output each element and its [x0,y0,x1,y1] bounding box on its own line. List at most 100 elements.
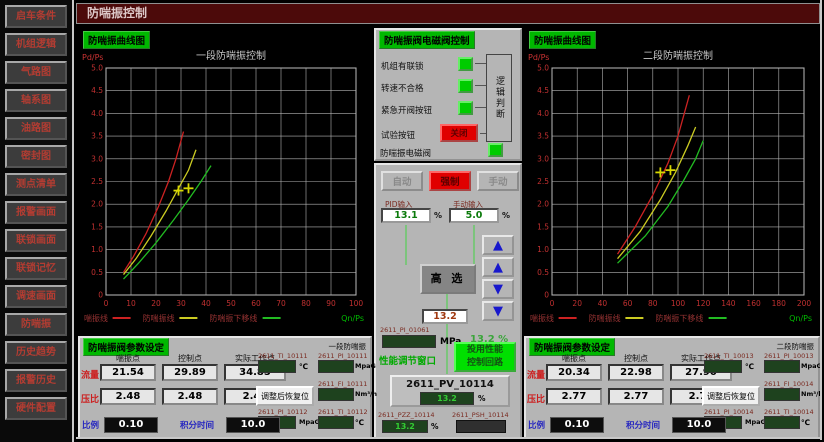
force-mode-button[interactable]: 强制 [429,171,471,191]
sidebar-item[interactable]: 历史趋势 [5,341,67,364]
flow-surge-value: 21.54 [100,364,156,381]
svg-text:0.5: 0.5 [537,268,549,277]
svg-text:3.0: 3.0 [537,154,549,163]
svg-text:喘振线: 喘振线 [84,313,108,323]
tag-label: 2611_PI_10014 [704,408,754,416]
sidebar-item[interactable]: 联锁画面 [5,229,67,252]
enable-performance-control-button[interactable]: 投用性能控制回路 [454,342,516,372]
pid-input-field[interactable]: 13.1 [381,208,431,223]
svg-text:防喘振下移线: 防喘振下移线 [655,313,703,323]
tag-unit: MpaG [299,418,320,426]
tag-value [318,388,354,401]
tag-value [704,360,742,373]
output-value-field: 13.2 [422,309,468,324]
solenoid-valve-label: 防喘振电磁阀 [380,147,431,159]
adjust-reset-button[interactable]: 调整后恢复位 [702,386,760,406]
sidebar-item[interactable]: 密封图 [5,145,67,168]
svg-text:180: 180 [772,299,787,308]
svg-text:一段防喘振控制: 一段防喘振控制 [196,49,266,62]
increase-fast-button[interactable]: ▲ [482,235,514,255]
ti-value: 10.0 [226,417,280,433]
pid-input-unit: % [434,211,442,220]
right-curve-region: 防喘振曲线图 二段防喘振控制Pd/Ps020406080100120140160… [524,30,820,334]
page-title: 防喘振控制 [76,3,820,24]
increase-button[interactable]: ▲ [482,257,514,277]
ratio-surge-value: 2.77 [546,388,602,405]
down-arrow-icon: ▼ [493,304,503,319]
svg-text:20: 20 [151,299,161,308]
signal-line [446,294,448,309]
svg-text:防喘振下移线: 防喘振下移线 [209,313,257,323]
adjust-reset-button[interactable]: 调整后恢复位 [256,386,314,406]
manual-mode-button[interactable]: 手动 [477,171,519,191]
tag-label: 2611_FI_10014 [764,380,813,388]
pi-tag-label: 2611_PI_01061 [380,326,430,334]
perf-button-line1: 投用性能 [467,345,503,355]
sidebar-item[interactable]: 启车条件 [5,5,67,28]
tag-unit: ℃ [801,418,810,427]
up-arrow-icon: ▲ [493,238,503,253]
sidebar-item[interactable]: 机组逻辑 [5,33,67,56]
tag-label: 2611_TI_10013 [704,352,754,360]
solenoid-valve-indicator [488,143,503,157]
sidebar-item[interactable]: 报警历史 [5,369,67,392]
svg-text:Qn/Ps: Qn/Ps [789,314,812,323]
pv-tag-value: 13.2 [420,392,474,405]
sidebar-item[interactable]: 轴系图 [5,89,67,112]
sidebar-item[interactable]: 测点清单 [5,173,67,196]
manual-input-field[interactable]: 5.0 [449,208,499,223]
svg-text:5.0: 5.0 [537,64,549,73]
test-button-label: 试验按钮 [381,129,415,141]
speed-label: 转速不合格 [381,82,424,94]
sidebar-item-anti-surge[interactable]: 防喘振 [5,313,67,336]
ti-value: 10.0 [672,417,726,433]
tag-unit: MpaG [801,362,822,370]
svg-text:100: 100 [671,299,686,308]
sidebar-item[interactable]: 硬件配置 [5,397,67,420]
down-arrow-icon: ▼ [493,282,503,297]
interlock-indicator [458,57,473,71]
pv-tag-label: 2611_PV_10114 [392,379,508,390]
tag-value [318,360,354,373]
svg-text:140: 140 [721,299,736,308]
tag-unit: Nm³/h [355,390,377,398]
kp-value: 0.10 [104,417,158,433]
svg-text:防喘振线: 防喘振线 [143,313,175,323]
tag-label: 2611_TI_10112 [318,408,368,416]
svg-text:2.0: 2.0 [537,200,549,209]
decrease-button[interactable]: ▼ [482,279,514,299]
tag-unit: ℃ [299,362,308,371]
tag-unit: ℃ [355,418,364,427]
test-button[interactable]: 关闭 [440,124,478,142]
sidebar-item[interactable]: 联锁记忆 [5,257,67,280]
stage2-params-panel: 防喘振阀参数设定 二段防喘振 喘振点 控制点 实际工作点 流量 20.34 22… [524,336,820,439]
sidebar-item[interactable]: 油路图 [5,117,67,140]
svg-text:0: 0 [104,299,109,308]
auto-mode-button[interactable]: 自动 [381,171,423,191]
svg-text:2.0: 2.0 [91,200,103,209]
svg-text:1.5: 1.5 [91,222,103,231]
sidebar-item[interactable]: 气路图 [5,61,67,84]
svg-text:60: 60 [251,299,261,308]
flow-row-label: 流量 [527,368,545,381]
svg-text:二段防喘振控制: 二段防喘振控制 [643,49,713,62]
ratio-control-value: 2.48 [162,388,218,405]
high-select-block: 高 选 [420,264,476,294]
svg-text:60: 60 [623,299,633,308]
svg-text:1.0: 1.0 [91,245,103,254]
psh-tag-value [456,420,506,433]
svg-text:100: 100 [349,299,364,308]
signal-line [473,225,475,265]
svg-text:160: 160 [746,299,761,308]
sidebar: 启车条件 机组逻辑 气路图 轴系图 油路图 密封图 测点清单 报警画面 联锁画面… [0,0,74,442]
decrease-fast-button[interactable]: ▼ [482,301,514,321]
window-frame-right [820,0,822,440]
stage1-params-panel: 防喘振阀参数设定 一段防喘振 喘振点 控制点 实际工作点 流量 21.54 29… [78,336,372,439]
svg-text:Qn/Ps: Qn/Ps [341,314,364,323]
stage-label: 二段防喘振 [777,341,815,352]
sidebar-item[interactable]: 报警画面 [5,201,67,224]
performance-window-link[interactable]: 性能调节窗口 [379,353,436,367]
svg-text:30: 30 [176,299,186,308]
sidebar-item[interactable]: 调速画面 [5,285,67,308]
logic-judge-box: 逻辑判断 [486,54,512,142]
